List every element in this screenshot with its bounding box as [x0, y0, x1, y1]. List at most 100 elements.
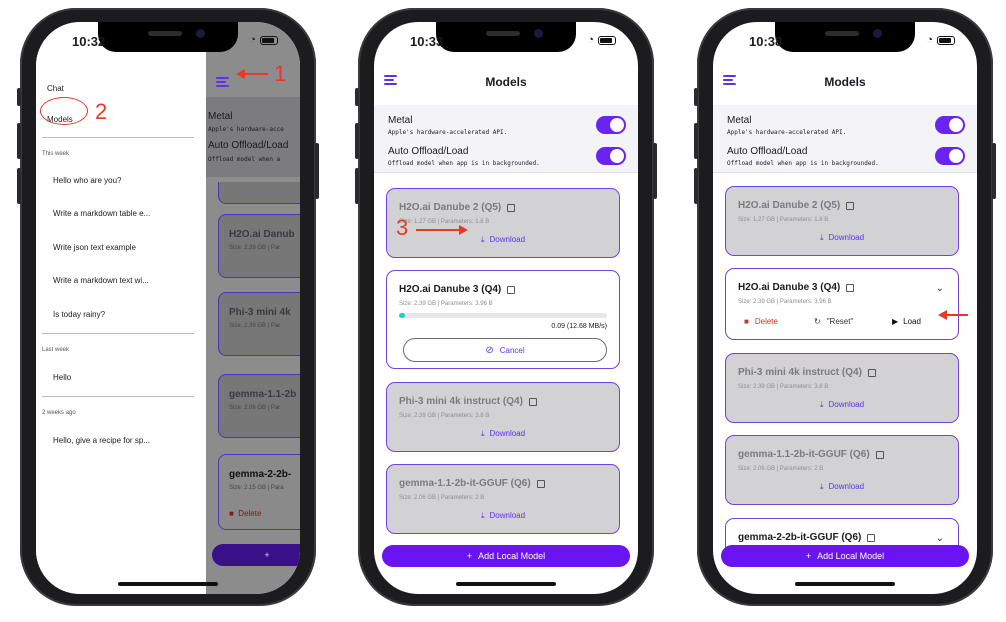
external-link-icon[interactable] — [536, 479, 545, 488]
annotation-circle — [40, 97, 88, 125]
setting-metal-label: Metal — [388, 115, 413, 126]
metal-toggle[interactable] — [596, 116, 626, 134]
download-button[interactable]: ⤓ Download — [726, 400, 958, 410]
chat-history-item[interactable]: Write a markdown table e... — [53, 209, 150, 218]
drawer-item-chat[interactable]: Chat — [47, 84, 64, 93]
add-local-model-button[interactable]: + Add Local Model — [721, 545, 969, 567]
annotation-number-3: 3 — [396, 215, 409, 240]
model-card: gemma-1.1-2b-it-GGUF (Q6) Size: 2.06 GB … — [386, 464, 620, 534]
chevron-down-icon[interactable]: ⌄ — [936, 283, 944, 294]
chat-history-item[interactable]: Is today rainy? — [53, 310, 105, 319]
annotation-arrow — [946, 314, 968, 316]
download-button[interactable]: ⤓ Download — [726, 233, 958, 243]
cancel-icon: ⊘ — [485, 344, 494, 356]
battery-icon — [598, 35, 616, 45]
download-button[interactable]: ⤓ Download — [387, 429, 619, 439]
model-name: gemma-1.1-2b — [229, 389, 297, 400]
section-title-last-week: Last week — [42, 347, 70, 353]
download-button[interactable]: ⤓ Download — [387, 511, 619, 521]
phone-frame-2: 10:33 ◔ Models Metal Apple's hardware-ac… — [355, 8, 657, 606]
model-name: gemma-2-2b- — [229, 469, 292, 480]
delete-button[interactable]: ■ Delete — [744, 317, 778, 326]
menu-icon[interactable] — [216, 77, 229, 87]
model-name: Phi-3 mini 4k instruct (Q4) — [738, 367, 876, 378]
model-card-downloading: H2O.ai Danube 3 (Q4) Size: 2.39 GB | Par… — [386, 270, 620, 369]
model-meta: Size: 2.39 GB | Par — [229, 323, 281, 329]
status-time: 10:32 — [72, 34, 106, 49]
download-progress-fill — [399, 313, 406, 318]
battery-icon — [937, 35, 955, 45]
external-link-icon[interactable] — [846, 283, 855, 292]
auto-offload-toggle[interactable] — [596, 147, 626, 165]
model-card: gemma-2-2b- Size: 2.15 GB | Para ■ Delet… — [218, 454, 300, 530]
setting-metal-desc: Apple's hardware-accelerated API. — [388, 129, 508, 136]
metal-toggle[interactable] — [935, 116, 965, 134]
external-link-icon[interactable] — [528, 397, 537, 406]
chat-history-item[interactable]: Write a markdown text wi... — [53, 276, 149, 285]
download-progress-bar — [399, 313, 607, 318]
annotation-number-2: 2 — [95, 99, 108, 124]
external-link-icon[interactable] — [507, 203, 516, 212]
divider — [42, 137, 194, 138]
add-local-model-button[interactable]: + Add Local Model — [382, 545, 630, 567]
reset-button[interactable]: ↻ "Reset" — [814, 317, 853, 326]
app-header: Models — [374, 62, 638, 102]
status-icons: ◔ — [926, 34, 955, 46]
model-meta: Size: 2.39 GB | Par — [229, 245, 281, 251]
external-link-icon[interactable] — [867, 533, 876, 542]
notch — [98, 22, 238, 52]
wifi-icon: ◔ — [926, 34, 933, 46]
delete-button: ■ Delete — [229, 509, 262, 518]
download-icon: ⤓ — [480, 429, 485, 438]
model-card-partial — [218, 182, 300, 204]
model-name: H2O.ai Danube 3 (Q4) — [399, 284, 516, 295]
setting-auto-offload: Auto Offload/Load Offload model when app… — [727, 146, 879, 167]
trash-icon: ■ — [229, 509, 234, 518]
chevron-down-icon[interactable]: ⌄ — [936, 533, 944, 544]
model-meta: Size: 2.06 GB | Parameters: 2 B — [399, 495, 485, 501]
screen-3: 10:38 ◔ Models Metal Apple's hardware-ac… — [713, 22, 977, 594]
setting-auto-label: Auto Offload/Load — [208, 140, 289, 151]
menu-icon[interactable] — [384, 75, 397, 85]
notch — [775, 22, 915, 52]
annotation-arrow — [416, 229, 460, 231]
setting-metal: Metal Apple's hardware-accelerated API. — [727, 115, 846, 136]
external-link-icon[interactable] — [507, 285, 516, 294]
external-link-icon[interactable] — [867, 368, 876, 377]
auto-offload-toggle[interactable] — [935, 147, 965, 165]
phone-frame-3: 10:38 ◔ Models Metal Apple's hardware-ac… — [694, 8, 996, 606]
wifi-icon: ◔ — [587, 34, 594, 46]
chat-history-item[interactable]: Hello — [53, 373, 71, 382]
external-link-icon[interactable] — [875, 450, 884, 459]
chat-history-item[interactable]: Hello who are you? — [53, 176, 121, 185]
model-meta: Size: 2.06 GB | Par — [229, 405, 281, 411]
setting-metal-desc: Apple's hardware-acce — [208, 126, 284, 133]
plus-icon: + — [805, 551, 812, 561]
load-button[interactable]: ▶ Load — [892, 317, 921, 326]
model-card-downloaded: H2O.ai Danube 3 (Q4) ⌄ Size: 2.39 GB | P… — [725, 268, 959, 340]
download-icon: ⤓ — [480, 235, 485, 244]
dimmed-models-screen[interactable]: Metal Apple's hardware-acce Auto Offload… — [206, 22, 300, 594]
status-icons: ◔ — [249, 34, 278, 46]
annotation-number-1: 1 — [274, 61, 287, 86]
chat-history-item[interactable]: Write json text example — [53, 243, 136, 252]
download-button[interactable]: ⤓ Download — [387, 235, 619, 245]
model-name: gemma-2-2b-it-GGUF (Q6) — [738, 532, 876, 543]
external-link-icon[interactable] — [846, 201, 855, 210]
model-card: H2O.ai Danub Size: 2.39 GB | Par — [218, 214, 300, 278]
cancel-button[interactable]: ⊘ Cancel — [403, 338, 607, 362]
section-title-2-weeks-ago: 2 weeks ago — [42, 410, 76, 416]
page-title: Models — [485, 75, 527, 89]
model-meta: Size: 1.27 GB | Parameters: 1.8 B — [738, 217, 829, 223]
model-name: gemma-1.1-2b-it-GGUF (Q6) — [738, 449, 884, 460]
menu-icon[interactable] — [723, 75, 736, 85]
page-title: Models — [824, 75, 866, 89]
screen-2: 10:33 ◔ Models Metal Apple's hardware-ac… — [374, 22, 638, 594]
plus-icon: + — [466, 551, 473, 561]
download-button[interactable]: ⤓ Download — [726, 482, 958, 492]
download-icon: ⤓ — [819, 233, 824, 242]
model-name: gemma-1.1-2b-it-GGUF (Q6) — [399, 478, 545, 489]
model-card: Phi-3 mini 4k Size: 2.39 GB | Par — [218, 292, 300, 356]
play-icon: ▶ — [892, 317, 899, 326]
chat-history-item[interactable]: Hello, give a recipe for sp... — [53, 436, 150, 445]
